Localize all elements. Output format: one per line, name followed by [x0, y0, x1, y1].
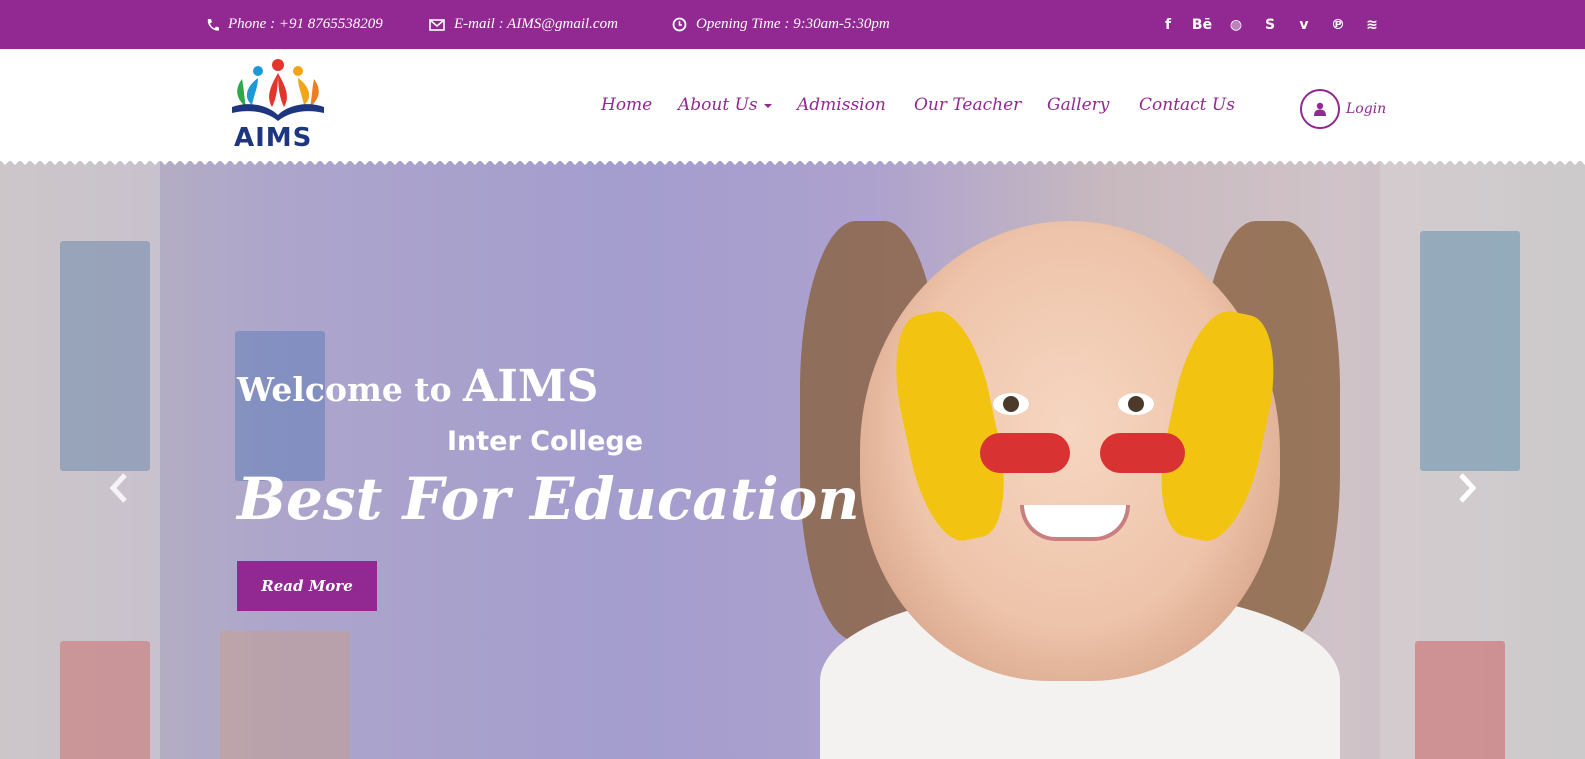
- red-paint-right: [1100, 433, 1185, 473]
- top-bar: Phone : +91 8765538209 E-mail : AIMS@gma…: [0, 0, 1585, 49]
- red-paint-left: [980, 433, 1070, 473]
- social-links: f Bē ◍ S v ℗ ≋: [1160, 0, 1380, 49]
- user-icon: [1314, 102, 1326, 116]
- welcome-prefix: Welcome to: [237, 370, 452, 409]
- zigzag-divider: [0, 155, 1585, 167]
- opening-time-text: Opening Time : 9:30am-5:30pm: [696, 16, 890, 32]
- hero-slider: Welcome to AIMS Inter College Best For E…: [0, 161, 1585, 759]
- eye-right: [1118, 393, 1154, 415]
- hero-subtitle: Inter College: [447, 426, 644, 457]
- chevron-right-icon: [1459, 473, 1477, 503]
- phone-icon: [207, 18, 219, 31]
- vimeo-icon[interactable]: v: [1296, 17, 1312, 33]
- welcome-brand: AIMS: [463, 361, 599, 412]
- slider-next-arrow[interactable]: [1452, 471, 1482, 505]
- dribbble-icon[interactable]: ◍: [1228, 17, 1244, 33]
- login-button[interactable]: Login: [1300, 89, 1386, 129]
- chevron-down-icon: [763, 103, 772, 108]
- phone-text: Phone : +91 8765538209: [228, 16, 383, 32]
- user-icon-circle: [1300, 89, 1340, 129]
- skype-icon[interactable]: S: [1262, 17, 1278, 33]
- eye-left: [993, 393, 1029, 415]
- nav-about-us[interactable]: About Us: [678, 95, 772, 115]
- email-text[interactable]: E-mail : AIMS@gmail.com: [454, 16, 618, 33]
- read-more-button[interactable]: Read More: [237, 561, 377, 611]
- nav-home[interactable]: Home: [601, 95, 652, 115]
- phone-contact: Phone : +91 8765538209: [206, 0, 383, 49]
- pinterest-icon[interactable]: ℗: [1330, 17, 1346, 33]
- nav-gallery[interactable]: Gallery: [1047, 95, 1109, 115]
- opening-time: Opening Time : 9:30am-5:30pm: [672, 0, 890, 49]
- chevron-left-icon: [109, 473, 127, 503]
- login-label: Login: [1346, 101, 1387, 117]
- nav-contact-us[interactable]: Contact Us: [1139, 95, 1235, 115]
- nav-our-teacher[interactable]: Our Teacher: [914, 95, 1021, 115]
- hero-overlay: [0, 161, 1585, 759]
- hero-welcome: Welcome to AIMS: [237, 361, 598, 412]
- clock-icon: [672, 17, 687, 32]
- behance-icon[interactable]: Bē: [1192, 17, 1212, 33]
- rss-icon[interactable]: ≋: [1364, 17, 1380, 33]
- email-contact[interactable]: E-mail : AIMS@gmail.com: [429, 0, 618, 49]
- slider-prev-arrow[interactable]: [104, 471, 134, 505]
- nav-admission[interactable]: Admission: [797, 95, 886, 115]
- hero-headline: Best For Education: [237, 465, 860, 533]
- nav-about-us-label: About Us: [678, 95, 758, 115]
- envelope-icon: [429, 18, 445, 31]
- facebook-icon[interactable]: f: [1160, 17, 1176, 33]
- main-header: AIMS Home About Us Admission Our Teacher…: [0, 49, 1585, 161]
